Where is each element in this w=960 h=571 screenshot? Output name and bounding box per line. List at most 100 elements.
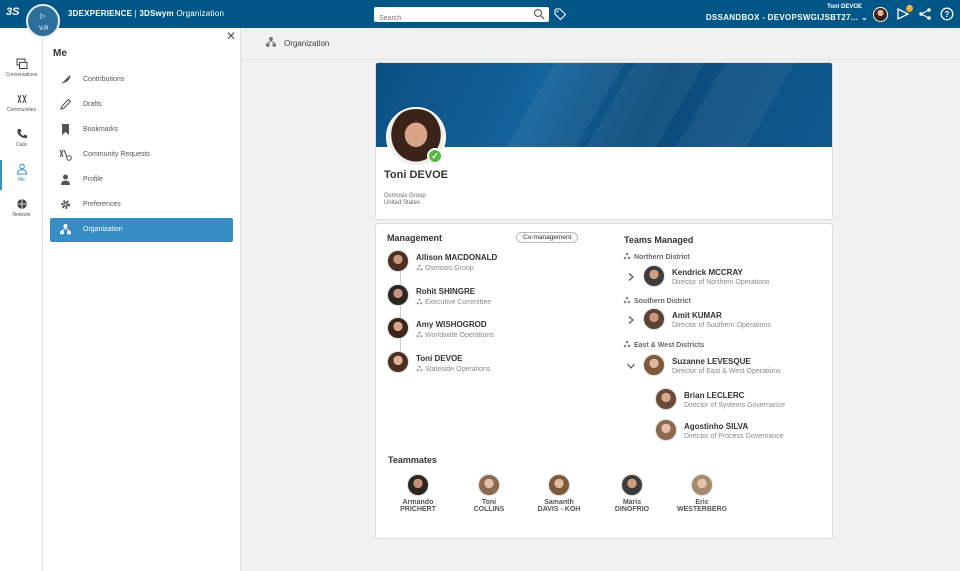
chevron-down-icon[interactable] (626, 361, 636, 371)
person-name: Rohit SHINGRE (416, 287, 476, 296)
iconbar-label: Communities (6, 107, 37, 113)
teammate-armando[interactable]: Armando PRICHERT (388, 474, 448, 513)
avatar (655, 388, 677, 410)
conversations-icon (16, 58, 27, 69)
user-avatar[interactable] (873, 7, 888, 22)
me-panel-title: Me (53, 48, 67, 59)
profile-name: Toni DEVOE (384, 169, 448, 181)
search-icon[interactable] (533, 8, 545, 20)
communities-icon (17, 94, 26, 104)
tenant-label: DSSANDBOX - DEVOPSWGIJSBT27... (705, 13, 859, 22)
menu-item-label: Organization (83, 226, 123, 233)
co-management-badge[interactable]: Co-management (516, 232, 579, 243)
avatar (643, 265, 665, 287)
district-southern: Southern District (623, 296, 691, 305)
community-request-icon (59, 149, 72, 161)
chevron-right-icon[interactable] (626, 315, 636, 325)
avatar (548, 474, 570, 496)
person-org: Stateside Operations (416, 365, 490, 373)
menu-item-label: Drafts (83, 101, 102, 108)
org-chart-icon (416, 264, 423, 271)
district-label: Southern District (634, 298, 691, 305)
chevron-right-icon[interactable] (626, 272, 636, 282)
verified-check-icon: ✓ (427, 148, 443, 164)
share-icon[interactable] (918, 7, 932, 21)
person-role: Director of Southern Operations (672, 322, 771, 329)
organization-card: Management Co-management Allison MACDONA… (375, 223, 833, 539)
person-name: Allison MACDONALD (416, 253, 498, 262)
menu-item-contributions[interactable]: Contributions (50, 68, 233, 92)
search-input[interactable] (374, 11, 524, 26)
compass-version: V.R (39, 26, 49, 32)
tag-icon[interactable] (554, 8, 566, 20)
menu-item-community-requests[interactable]: Community Requests (50, 143, 233, 167)
iconbar-item-network[interactable]: Network (0, 198, 43, 230)
iconbar-item-communities[interactable]: Communities (0, 93, 43, 125)
teammate-maris[interactable]: Maris DINOFRIO (602, 474, 662, 513)
search-box[interactable] (374, 7, 549, 26)
svg-text:?: ? (945, 10, 950, 19)
pencil-icon (60, 98, 72, 110)
person-org-label: Stateside Operations (425, 366, 491, 373)
notification-badge: 3 (906, 5, 913, 12)
iconbar-item-calls[interactable]: Calls (0, 128, 43, 160)
org-chart-icon (416, 298, 423, 305)
iconbar-item-conversations[interactable]: Conversations (0, 58, 43, 90)
phone-icon (17, 129, 27, 139)
tenant-selector[interactable]: DSSANDBOX - DEVOPSWGIJSBT27... ⌄ (706, 13, 868, 22)
profile-organization: Osmosis Group United States (384, 193, 426, 207)
menu-item-drafts[interactable]: Drafts (50, 93, 233, 117)
org-chart-icon (623, 296, 631, 304)
org-chart-icon (265, 36, 277, 47)
menu-item-label: Community Requests (83, 151, 150, 158)
avatar (643, 308, 665, 330)
bookmark-icon (62, 124, 69, 135)
management-title: Management (387, 233, 443, 243)
page-title: Organization (284, 39, 330, 48)
menu-item-preferences[interactable]: Preferences (50, 193, 233, 217)
menu-item-label: Bookmarks (83, 126, 119, 133)
person-name: Amit KUMAR (672, 311, 722, 320)
user-name[interactable]: Toni DEVOE (827, 4, 862, 10)
feather-icon (61, 75, 71, 84)
menu-item-organization[interactable]: Organization (50, 218, 233, 242)
district-label: East & West Districts (634, 342, 705, 349)
person-org: Executive Committee (416, 298, 491, 306)
teammate-eric[interactable]: Eric WESTERBERG (672, 474, 732, 513)
app-brand: 3DEXPERIENCE | 3DSwym Organization (68, 9, 224, 18)
avatar (478, 474, 500, 496)
org-chart-icon (623, 252, 631, 260)
avatar (655, 419, 677, 441)
avatar (387, 250, 409, 272)
menu-item-bookmarks[interactable]: Bookmarks (50, 118, 233, 142)
teammate-last-name: DAVIS - KOH (537, 506, 581, 513)
teammate-last-name: WESTERBERG (676, 506, 728, 513)
menu-item-profile[interactable]: Profile (50, 168, 233, 192)
teammate-toni[interactable]: Toni COLLINS (459, 474, 519, 513)
person-icon (16, 163, 27, 175)
district-east-west: East & West Districts (623, 340, 704, 349)
compass-button[interactable]: ▷ V.R (26, 4, 60, 38)
person-name: Brian LECLERC (684, 391, 745, 400)
person-role: Director of Systems Governance (684, 402, 786, 409)
teammate-last-name: COLLINS (473, 506, 505, 513)
brand-platform: 3DEXPERIENCE (68, 9, 133, 18)
teammate-samanth[interactable]: Samanth DAVIS - KOH (529, 474, 589, 513)
person-role: Director of East & West Operations (672, 368, 781, 375)
close-icon[interactable]: ✕ (226, 29, 236, 43)
page-header: Organization (241, 28, 960, 60)
org-chart-icon (623, 340, 631, 348)
person-org: Osmosis Group (416, 264, 474, 272)
iconbar-item-me[interactable]: Me (0, 160, 43, 195)
person-name: Amy WISHOGROD (416, 320, 487, 329)
org-chart-icon (416, 331, 423, 338)
teammate-last-name: DINOFRIO (614, 506, 650, 513)
help-icon[interactable]: ? (940, 7, 954, 21)
person-org-label: Worldwide Operations (425, 332, 494, 339)
teammates-title: Teammates (388, 455, 437, 465)
avatar (387, 351, 409, 373)
teammate-first-name: Maris (622, 499, 642, 506)
avatar (691, 474, 713, 496)
teammate-last-name: PRICHERT (400, 506, 436, 513)
profile-card: ✓ Toni DEVOE Osmosis Group United States (375, 62, 833, 220)
